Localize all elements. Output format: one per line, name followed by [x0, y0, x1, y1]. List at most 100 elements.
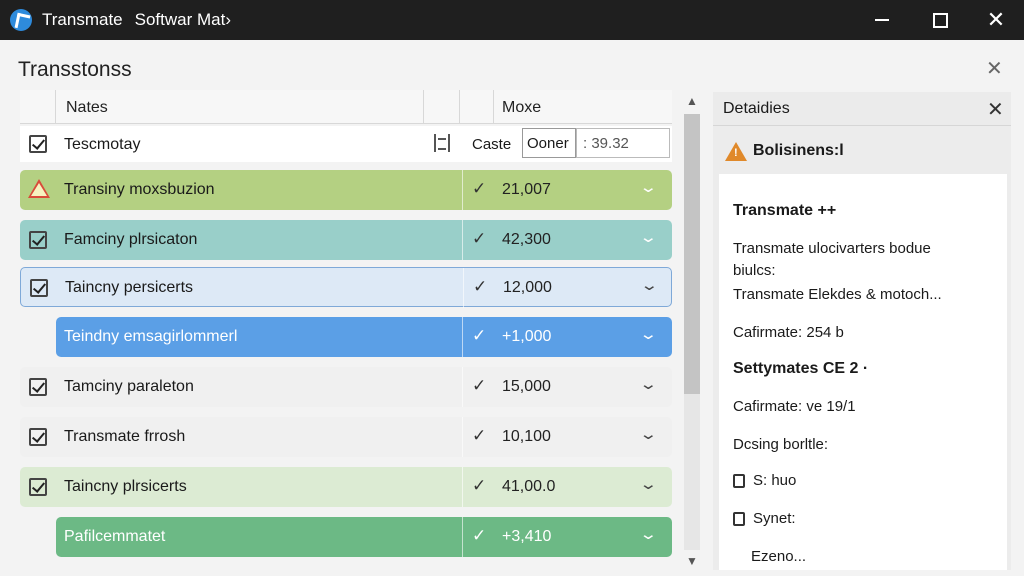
- header-blank-cell: [424, 90, 460, 124]
- detail-text: Transmate ++: [733, 202, 837, 219]
- row-divider: [462, 517, 463, 557]
- row-value: +1,000: [502, 328, 552, 345]
- row-value: 12,000: [503, 279, 552, 296]
- title-bar: Transmate Softwar Mat› ✕: [0, 0, 1024, 40]
- chevron-down-icon[interactable]: ⌄: [639, 425, 658, 443]
- check-icon: ✓: [472, 526, 487, 545]
- close-icon: ✕: [986, 7, 1006, 32]
- app-name: Transmate: [42, 10, 123, 29]
- details-panel: Detaidies ✕ ! Bolisinens:l Transmate ++ T…: [713, 92, 1011, 570]
- table-row[interactable]: Teindny emsagirlommerl ✓ +1,000 ⌄: [56, 317, 672, 357]
- row-divider: [462, 467, 463, 507]
- detail-text: biulcs:: [733, 262, 776, 279]
- detail-checkbox[interactable]: [733, 512, 745, 526]
- row-label: Famciny plrsicaton: [64, 231, 198, 248]
- caste-label: Caste: [472, 136, 512, 153]
- columns-icon[interactable]: [434, 134, 450, 152]
- details-header: Detaidies ✕: [713, 92, 1011, 126]
- row-checkbox[interactable]: [29, 428, 47, 446]
- maximize-button[interactable]: [914, 0, 966, 40]
- row-label: Taincny plrsicerts: [64, 478, 187, 495]
- chevron-down-icon[interactable]: ⌄: [639, 525, 658, 543]
- chevron-down-icon[interactable]: ⌄: [639, 475, 658, 493]
- row-label: Tamciny paraleton: [64, 378, 194, 395]
- check-icon: ✓: [472, 426, 487, 445]
- row-value: 41,00.0: [502, 478, 556, 495]
- row-label: Taincny persicerts: [65, 279, 194, 296]
- check-icon: ✓: [472, 229, 487, 248]
- detail-checkbox[interactable]: [733, 474, 745, 488]
- row-divider: [462, 417, 463, 457]
- header-name-cell[interactable]: Nates: [56, 90, 424, 124]
- chevron-down-icon[interactable]: ⌄: [639, 178, 658, 196]
- minimize-icon: [875, 19, 889, 21]
- detail-text: S: huo: [753, 472, 797, 489]
- details-body: Transmate ++ Transmate ulocivarters bodue…: [719, 174, 1007, 570]
- table-row[interactable]: Taincny persicerts ✓ 12,000 ⌄: [20, 267, 672, 308]
- row-value: 21,007: [502, 181, 551, 198]
- chevron-down-icon[interactable]: ⌄: [640, 276, 659, 294]
- detail-text: Settymates CE 2 ·: [733, 360, 869, 377]
- check-icon: ✓: [473, 277, 488, 296]
- transactions-grid: Nates Moxe Tescmotay Caste Ooner : 39.32…: [20, 90, 672, 576]
- owner-button[interactable]: Ooner: [522, 128, 576, 158]
- header-value-label[interactable]: Moxe: [502, 99, 541, 117]
- row-value: 10,100: [502, 428, 551, 445]
- table-row[interactable]: Pafilcemmatet ✓ +3,410 ⌄: [56, 517, 672, 557]
- check-icon: ✓: [472, 376, 487, 395]
- row-label: Teindny emsagirlommerl: [64, 328, 238, 345]
- row-checkbox[interactable]: [29, 378, 47, 396]
- scroll-down-icon[interactable]: ▼: [686, 554, 698, 568]
- detail-text: Transmate Elekdes & motoch...: [733, 286, 942, 303]
- warning-text: Bolisinens:l: [753, 142, 844, 159]
- detail-text: Transmate ulocivarters bodue: [733, 240, 931, 257]
- table-row[interactable]: Famciny plrsicaton ✓ 42,300 ⌄: [20, 220, 672, 260]
- row-divider: [462, 317, 463, 357]
- grid-scrollbar[interactable]: ▲ ▼: [681, 92, 703, 570]
- number-input[interactable]: : 39.32: [576, 128, 670, 158]
- window-subtitle: Softwar Mat›: [134, 10, 231, 29]
- chevron-down-icon[interactable]: ⌄: [639, 325, 658, 343]
- details-title: Detaidies: [723, 100, 790, 117]
- warning-icon: [28, 179, 50, 198]
- row-checkbox[interactable]: [29, 135, 47, 153]
- table-row[interactable]: Taincny plrsicerts ✓ 41,00.0 ⌄: [20, 467, 672, 507]
- row-label: Pafilcemmatet: [64, 528, 166, 545]
- scroll-up-icon[interactable]: ▲: [686, 94, 698, 108]
- row-checkbox[interactable]: [29, 231, 47, 249]
- detail-text: Cafirmate: ve 19/1: [733, 398, 856, 415]
- filter-row: Tescmotay Caste Ooner : 39.32: [20, 126, 672, 162]
- detail-text: Dcsing borltle:: [733, 436, 829, 453]
- scroll-thumb[interactable]: [684, 114, 700, 394]
- header-select-cell[interactable]: [20, 90, 56, 124]
- table-row[interactable]: Tamciny paraleton ✓ 15,000 ⌄: [20, 367, 672, 407]
- row-value: +3,410: [502, 528, 552, 545]
- dialog-close-button[interactable]: ✕: [986, 56, 1003, 81]
- check-icon: ✓: [472, 476, 487, 495]
- row-checkbox[interactable]: [29, 478, 47, 496]
- dialog-title: Transstonss: [18, 58, 132, 81]
- row-label: Transmate frrosh: [64, 428, 186, 445]
- table-row[interactable]: Transmate frrosh ✓ 10,100 ⌄: [20, 417, 672, 457]
- detail-text: Synet:: [753, 510, 796, 527]
- details-close-button[interactable]: ✕: [987, 97, 1004, 122]
- row-divider: [462, 220, 463, 260]
- row-divider: [463, 268, 464, 308]
- row-divider: [462, 170, 463, 210]
- row-checkbox[interactable]: [30, 279, 48, 297]
- header-blank-cell-2: [460, 90, 494, 124]
- chevron-down-icon[interactable]: ⌄: [639, 375, 658, 393]
- chevron-down-icon[interactable]: ⌄: [639, 228, 658, 246]
- window-close-button[interactable]: ✕: [970, 0, 1022, 40]
- row-value: 42,300: [502, 231, 551, 248]
- number-value: 39.32: [591, 135, 629, 152]
- table-row[interactable]: Transiny moxsbuzion ✓ 21,007 ⌄: [20, 170, 672, 210]
- warning-icon: !: [725, 142, 747, 161]
- row-value: 15,000: [502, 378, 551, 395]
- grid-header: Nates Moxe: [20, 90, 672, 124]
- header-name-label: Nates: [66, 99, 108, 116]
- check-icon: ✓: [472, 326, 487, 345]
- minimize-button[interactable]: [856, 0, 908, 40]
- maximize-icon: [932, 12, 948, 28]
- app-logo-icon: [10, 9, 32, 31]
